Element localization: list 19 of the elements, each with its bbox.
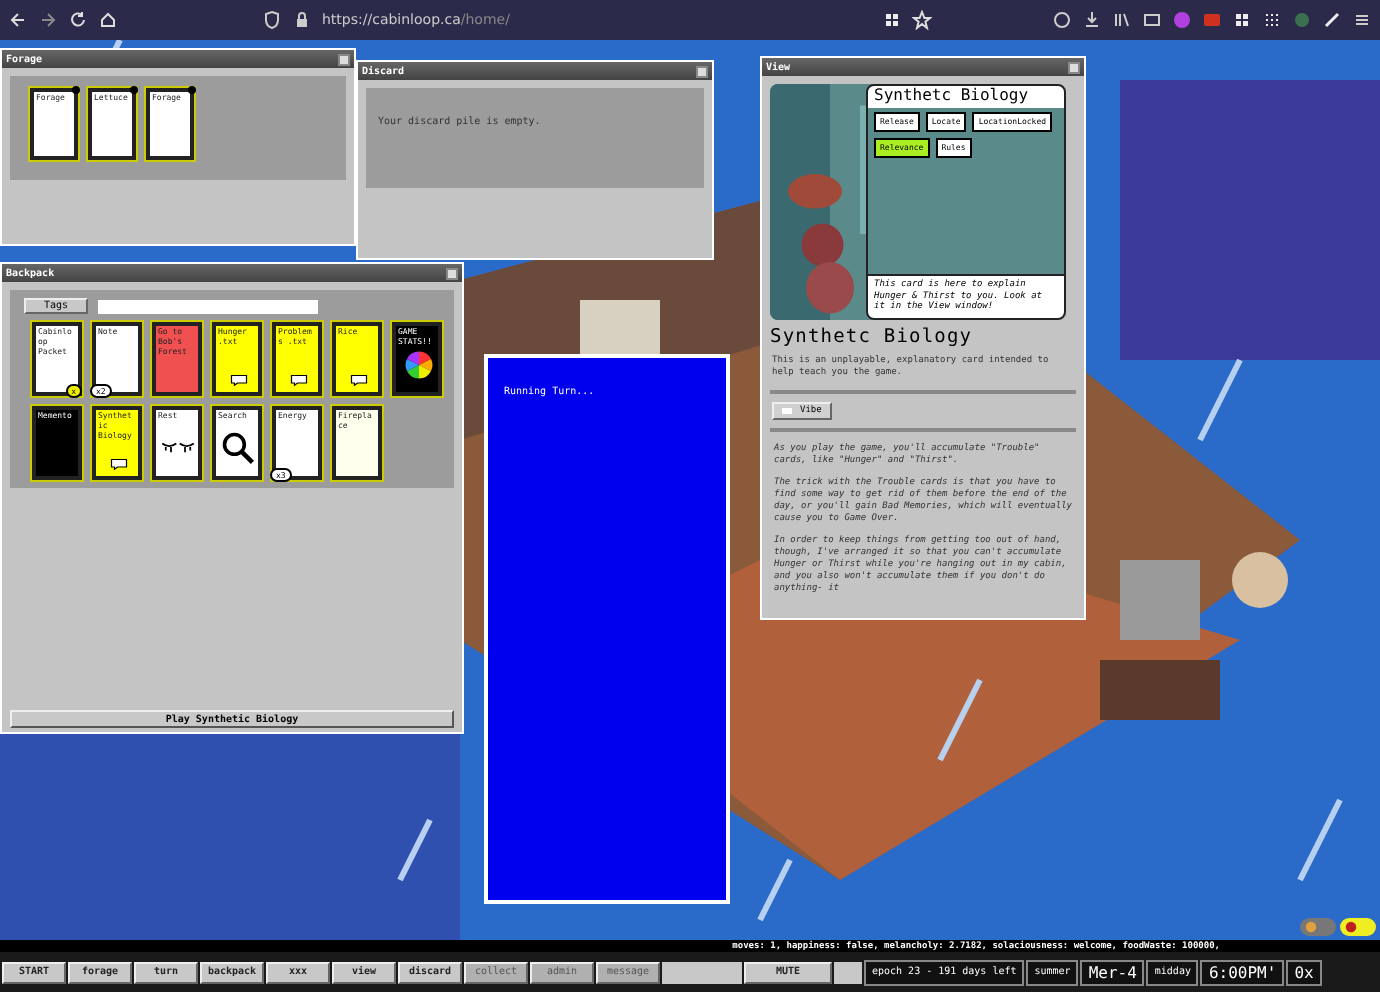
menu-icon[interactable] [1352,10,1372,30]
speed-label: 0x [1286,959,1322,985]
library-icon[interactable] [1112,10,1132,30]
download-icon[interactable] [1082,10,1102,30]
star-icon[interactable] [912,10,932,30]
account-icon[interactable] [1052,10,1072,30]
clock-label: 6:00PM' [1200,959,1285,985]
shield-icon[interactable] [262,10,282,30]
grid-icon[interactable] [1232,10,1252,30]
apps-icon[interactable] [1262,10,1282,30]
forward-icon[interactable] [38,10,58,30]
reload-icon[interactable] [68,10,88,30]
lock-icon[interactable] [292,10,312,30]
grid-icon[interactable] [882,10,902,30]
back-icon[interactable] [8,10,28,30]
day-label: Mer-4 [1080,959,1145,985]
sidebar-icon[interactable] [1142,10,1162,30]
pen-icon[interactable] [1322,10,1342,30]
home-icon[interactable] [98,10,118,30]
